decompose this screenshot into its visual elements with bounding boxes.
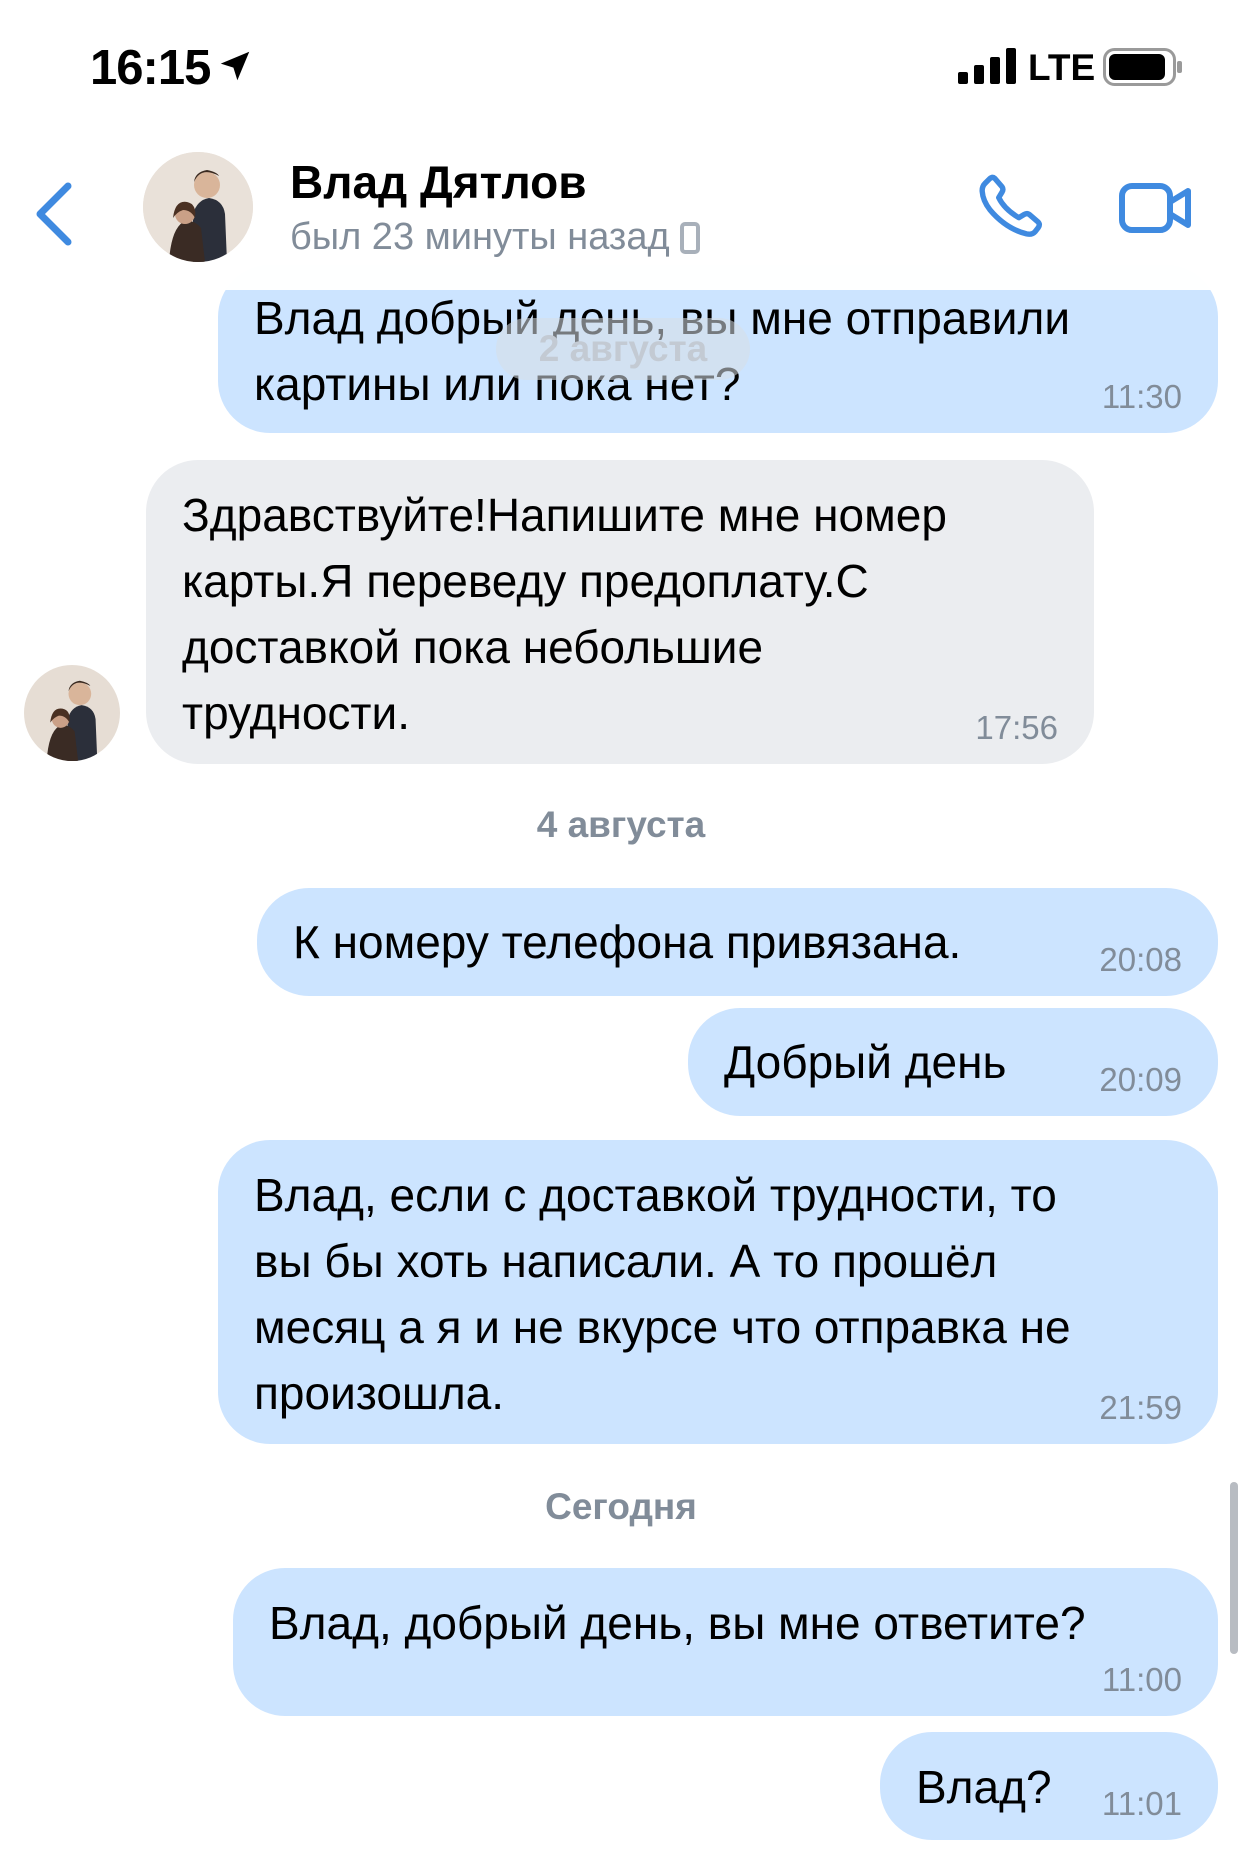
back-chevron-icon[interactable]: [30, 178, 80, 250]
message-time: 11:00: [1101, 1661, 1182, 1698]
message-text: К номеру телефона привязана.: [293, 916, 962, 968]
message-time: 11:01: [1101, 1785, 1182, 1822]
chat-screen: 16:15 LTE Влад Дятлов был 23 минуты наза…: [0, 0, 1242, 1855]
outgoing-message[interactable]: К номеру телефона привязана. 20:08: [257, 888, 1218, 996]
date-separator: 4 августа: [536, 804, 706, 845]
last-seen-text: был 23 минуты назад: [290, 216, 670, 258]
scrollbar[interactable]: [1230, 1482, 1238, 1654]
network-type-label: LTE: [1028, 47, 1096, 88]
message-text: Влад, если с доставкой трудности, то вы …: [254, 1169, 1071, 1419]
message-time: 20:09: [1099, 1061, 1182, 1098]
avatar-photo: [143, 152, 253, 262]
outgoing-message[interactable]: Добрый день 20:09: [688, 1008, 1218, 1116]
status-time: 16:15: [90, 41, 211, 95]
message-text: Здравствуйте!Напишите мне номер карты.Я …: [182, 489, 947, 739]
message-time: 20:08: [1099, 941, 1182, 978]
location-arrow-icon: [220, 51, 250, 81]
chat-header: Влад Дятлов был 23 минуты назад: [0, 140, 1242, 290]
sender-avatar[interactable]: [24, 665, 120, 761]
phone-call-icon[interactable]: [975, 170, 1047, 242]
mobile-device-icon: [679, 221, 700, 254]
message-time: 21:59: [1099, 1389, 1182, 1426]
video-call-icon[interactable]: [1118, 178, 1194, 238]
battery-icon: [1103, 48, 1182, 86]
incoming-message[interactable]: Здравствуйте!Напишите мне номер карты.Я …: [146, 460, 1094, 764]
cellular-signal-icon: [958, 48, 1016, 84]
outgoing-message[interactable]: Влад, если с доставкой трудности, то вы …: [218, 1140, 1218, 1444]
outgoing-message[interactable]: Влад? 11:01: [880, 1732, 1218, 1840]
outgoing-message[interactable]: Влад, добрый день, вы мне ответите? 11:0…: [233, 1568, 1218, 1716]
floating-date-badge: 2 августа: [496, 318, 750, 380]
message-text: Влад, добрый день, вы мне ответите?: [269, 1597, 1086, 1649]
last-seen-status: был 23 минуты назад: [290, 216, 700, 259]
avatar-photo: [24, 665, 120, 761]
message-time: 17:56: [975, 709, 1058, 746]
contact-avatar[interactable]: [143, 152, 253, 262]
date-separator: Сегодня: [545, 1486, 697, 1527]
contact-name[interactable]: Влад Дятлов: [290, 155, 587, 209]
message-time: 11:30: [1101, 378, 1182, 415]
